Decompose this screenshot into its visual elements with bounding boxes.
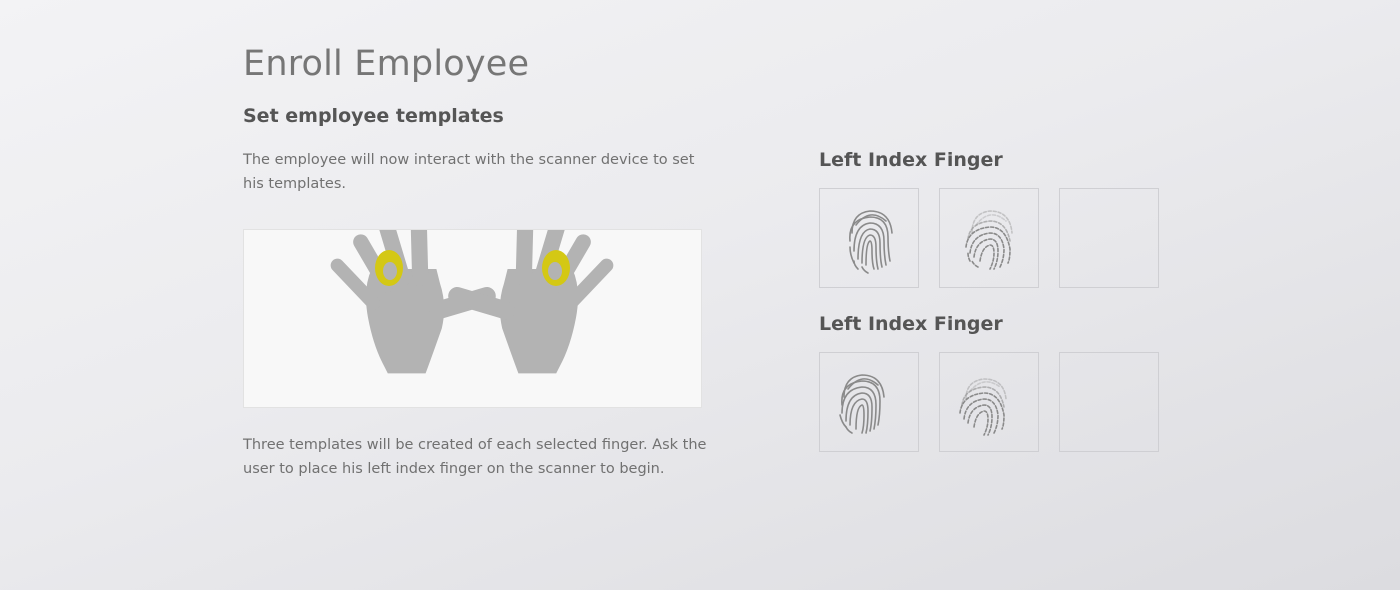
page-title: Enroll Employee [243,44,530,84]
hands-illustration [243,229,702,408]
section-title: Set employee templates [243,105,504,127]
template-slot-capturing[interactable] [939,188,1039,288]
fingerprint-icon [839,374,885,434]
fingerprint-icon [959,378,1007,436]
template-slot-capturing[interactable] [939,352,1039,452]
template-slot-empty[interactable] [1059,352,1159,452]
footer-text: Three templates will be created of each … [243,437,707,477]
fingerprint-icon [965,210,1013,270]
intro-text: The employee will now interact with the … [243,152,695,192]
finger-group-title: Left Index Finger [819,313,1003,335]
template-slot-captured[interactable] [819,188,919,288]
template-slot-captured[interactable] [819,352,919,452]
right-hand-icon[interactable] [448,230,614,374]
template-slot-empty[interactable] [1059,188,1159,288]
fingerprint-icon [849,210,893,274]
finger-group-title: Left Index Finger [819,149,1003,171]
